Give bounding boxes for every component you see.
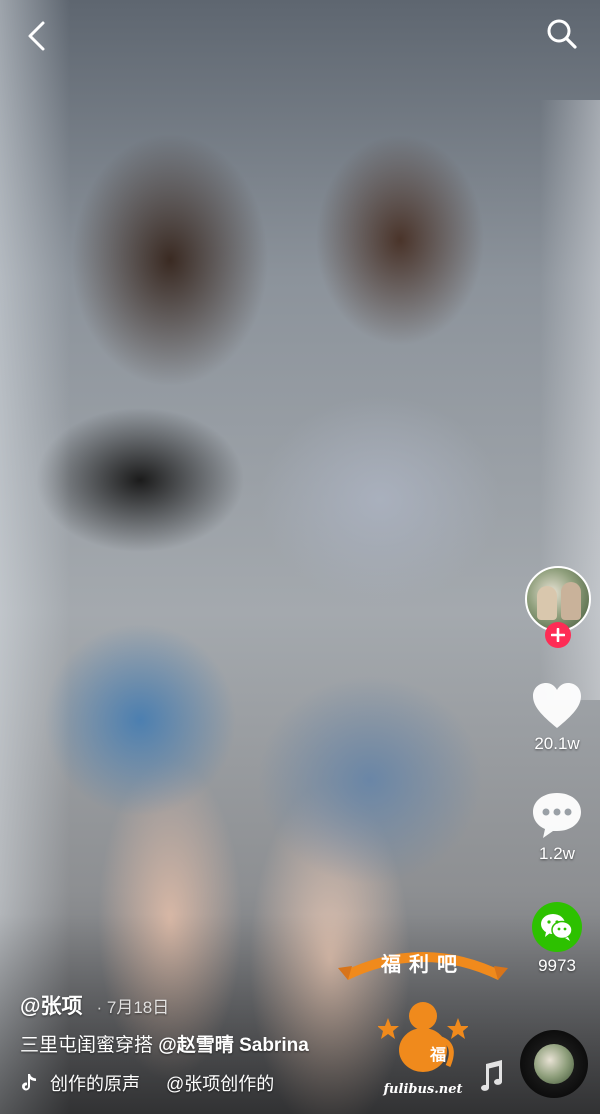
wechat-badge: [532, 902, 582, 952]
music-title: 创作的原声: [50, 1074, 140, 1094]
wechat-icon: [541, 914, 573, 941]
like-count: 20.1w: [534, 734, 580, 753]
post-date: · 7月18日: [96, 998, 170, 1017]
avatar-figure: [561, 582, 581, 620]
search-button[interactable]: [542, 14, 582, 54]
back-button[interactable]: [18, 16, 54, 56]
comment-bubble-icon: [533, 793, 581, 838]
heart-icon: [533, 683, 581, 728]
watermark-title: 福利吧: [381, 952, 465, 976]
plus-icon: [551, 628, 565, 642]
description-line: 三里屯闺蜜穿搭 @赵雪晴 Sabrina: [20, 1030, 500, 1060]
top-bar: [0, 0, 600, 70]
comment-count: 1.2w: [539, 844, 575, 863]
like-button[interactable]: 20.1w: [512, 682, 600, 754]
video-caption: @张项 · 7月18日 三里屯闺蜜穿搭 @赵雪晴 Sabrina 创作的原声 @…: [20, 990, 500, 1098]
music-info[interactable]: 创作的原声 @张项创作的: [20, 1068, 500, 1098]
search-icon: [547, 19, 577, 49]
avatar-figure: [537, 586, 557, 620]
music-disc-button[interactable]: [520, 1030, 588, 1098]
tiktok-note-icon: [20, 1073, 42, 1093]
floating-notes: [478, 1060, 518, 1110]
music-note-icon: [481, 1060, 502, 1091]
comment-button[interactable]: 1.2w: [512, 790, 600, 864]
share-wechat-button[interactable]: 9973: [512, 902, 600, 976]
music-cover: [534, 1044, 574, 1084]
music-author: @张项创作的: [166, 1074, 275, 1094]
description-text: 三里屯闺蜜穿搭: [20, 1035, 159, 1056]
author-line: @张项 · 7月18日: [20, 990, 500, 1022]
mention-link[interactable]: @赵雪晴 Sabrina: [158, 1035, 309, 1056]
share-count: 9973: [538, 956, 576, 975]
chevron-left-icon: [28, 21, 45, 51]
follow-button[interactable]: [545, 622, 571, 648]
author-name[interactable]: @张项: [20, 990, 82, 1020]
